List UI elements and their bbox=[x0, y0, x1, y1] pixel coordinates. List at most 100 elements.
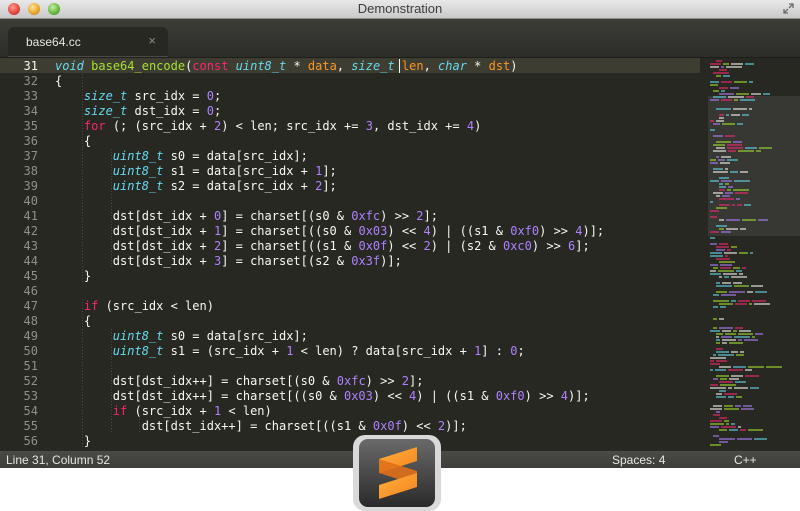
indent-guide bbox=[111, 149, 112, 269]
syntax-selector[interactable]: C++ bbox=[734, 453, 757, 467]
minimap-line bbox=[710, 252, 722, 254]
minimap-line bbox=[737, 438, 752, 440]
minimap-line bbox=[716, 225, 727, 227]
minimap-line bbox=[734, 336, 750, 338]
minimap-line bbox=[750, 252, 753, 254]
minimap-line bbox=[725, 192, 733, 194]
minimap-line bbox=[721, 294, 736, 296]
minimap-line bbox=[726, 219, 740, 221]
title-bar: Demonstration bbox=[0, 0, 800, 19]
code-line: dst[dst_idx + 2] = charset[((s1 & 0x0f) … bbox=[55, 239, 590, 253]
code-view[interactable]: void base64_encode(const uint8_t * data,… bbox=[55, 58, 700, 450]
minimap-line bbox=[721, 231, 731, 233]
minimap-line bbox=[742, 114, 749, 116]
minimap-line bbox=[740, 228, 746, 230]
minimap-line bbox=[728, 150, 736, 152]
minimap-line bbox=[733, 108, 747, 110]
fullscreen-icon[interactable] bbox=[783, 3, 794, 14]
minimap-line bbox=[719, 117, 724, 119]
minimap-line bbox=[710, 273, 721, 275]
minimap-line bbox=[721, 180, 732, 182]
indent-guide bbox=[82, 299, 83, 449]
code-line: dst[dst_idx + 3] = charset[(s2 & 0x3f)]; bbox=[55, 254, 402, 268]
line-number: 50 bbox=[23, 344, 38, 358]
indentation-setting[interactable]: Spaces: 4 bbox=[612, 453, 665, 467]
minimap-line bbox=[739, 252, 748, 254]
minimap-line bbox=[737, 123, 743, 125]
minimap-line bbox=[748, 429, 763, 431]
minimap[interactable] bbox=[708, 58, 800, 450]
minimap-line bbox=[730, 171, 738, 173]
minimap-line bbox=[710, 81, 719, 83]
minimap-line bbox=[719, 198, 734, 200]
minimap-line bbox=[710, 408, 722, 410]
minimap-line bbox=[738, 339, 742, 341]
minimap-line bbox=[716, 60, 722, 62]
minimap-line bbox=[736, 354, 744, 356]
minimap-line bbox=[713, 135, 723, 137]
line-number: 38 bbox=[23, 164, 38, 178]
minimap-line bbox=[745, 375, 759, 377]
tab-close-icon[interactable]: × bbox=[148, 33, 156, 48]
minimap-line bbox=[722, 339, 736, 341]
minimap-line bbox=[734, 81, 747, 83]
minimap-line bbox=[721, 156, 731, 158]
minimap-line bbox=[763, 93, 770, 95]
code-line: if (src_idx < len) bbox=[83, 299, 214, 313]
minimap-line bbox=[713, 192, 723, 194]
tab-base64-cc[interactable]: base64.cc × bbox=[8, 27, 168, 57]
minimap-line bbox=[729, 378, 739, 380]
minimap-line bbox=[735, 303, 747, 305]
minimap-line bbox=[716, 351, 729, 353]
minimap-line bbox=[735, 405, 741, 407]
minimap-line bbox=[747, 291, 753, 293]
minimap-line bbox=[716, 342, 720, 344]
minimap-line bbox=[719, 429, 727, 431]
minimap-line bbox=[729, 429, 738, 431]
minimap-line bbox=[713, 306, 718, 308]
minimap-line bbox=[710, 63, 721, 65]
code-line: dst[dst_idx + 0] = charset[(s0 & 0xfc) >… bbox=[55, 209, 438, 223]
code-line: size_t src_idx = 0; bbox=[83, 89, 222, 103]
code-line: } bbox=[55, 434, 92, 448]
minimap-line bbox=[721, 66, 724, 68]
minimap-line bbox=[720, 264, 732, 266]
minimap-line bbox=[713, 327, 717, 329]
minimap-line bbox=[734, 99, 738, 101]
minimap-line bbox=[723, 273, 737, 275]
minimap-line bbox=[719, 381, 733, 383]
line-number: 33 bbox=[23, 89, 38, 103]
minimap-line bbox=[731, 246, 737, 248]
editor-area[interactable]: 31 32 33 34 35 36 37 38 39 40 41 42 43 44 45 46 47 48 49 50… bbox=[0, 58, 800, 450]
window-title: Demonstration bbox=[357, 1, 443, 16]
line-number: 44 bbox=[23, 254, 38, 268]
code-line: uint8_t s0 = data[src_idx]; bbox=[112, 329, 308, 343]
line-number: 49 bbox=[23, 329, 38, 343]
minimap-line bbox=[713, 318, 717, 320]
minimap-line bbox=[710, 369, 713, 371]
code-line: uint8_t s0 = data[src_idx]; bbox=[112, 149, 308, 163]
minimap-line bbox=[724, 420, 729, 422]
minimap-line bbox=[716, 195, 720, 197]
minimap-line bbox=[710, 363, 720, 365]
line-number: 35 bbox=[23, 119, 38, 133]
minimap-line bbox=[721, 336, 732, 338]
minimap-line bbox=[736, 270, 742, 272]
minimap-line bbox=[734, 387, 748, 389]
minimap-line bbox=[751, 93, 761, 95]
minimap-line bbox=[713, 378, 718, 380]
minimap-line bbox=[735, 327, 743, 329]
minimap-line bbox=[713, 96, 726, 98]
minimap-line bbox=[724, 405, 733, 407]
minimap-line bbox=[742, 267, 746, 269]
minimap-line bbox=[719, 303, 733, 305]
minimap-line bbox=[719, 243, 728, 245]
code-line: void base64_encode(const uint8_t * data,… bbox=[55, 59, 518, 73]
sublime-text-logo-icon bbox=[353, 435, 441, 511]
minimap-line bbox=[720, 267, 731, 269]
minimap-line bbox=[738, 426, 741, 428]
minimap-line bbox=[733, 366, 746, 368]
code-line: uint8_t s2 = data[src_idx + 2]; bbox=[112, 179, 337, 193]
minimap-line bbox=[722, 123, 735, 125]
minimap-line bbox=[733, 330, 737, 332]
